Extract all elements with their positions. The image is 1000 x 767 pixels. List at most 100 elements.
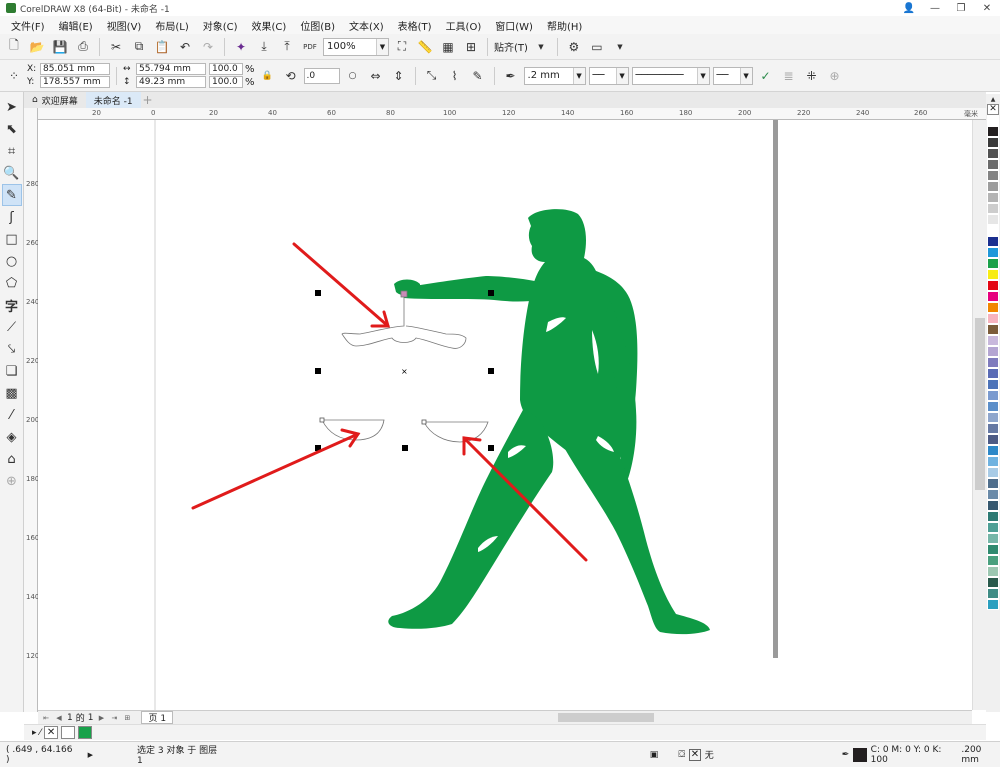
help-user-icon[interactable]: 👤 xyxy=(896,0,922,16)
scale-y-input[interactable]: 100.0 xyxy=(209,76,243,88)
y-position-input[interactable]: 178.557 mm xyxy=(40,76,110,88)
chevron-down-icon[interactable]: ▼ xyxy=(376,38,388,55)
menu-view[interactable]: 视图(V) xyxy=(100,18,149,33)
start-arrowhead-combo[interactable]: ── ▼ xyxy=(588,66,629,85)
palette-color-swatch[interactable] xyxy=(987,159,999,170)
palette-color-swatch[interactable] xyxy=(987,434,999,445)
menu-table[interactable]: 表格(T) xyxy=(391,18,439,33)
palette-color-swatch[interactable] xyxy=(987,445,999,456)
tab-untitled-1[interactable]: 未命名 -1 xyxy=(85,92,141,108)
menu-file[interactable]: 文件(F) xyxy=(4,18,52,33)
add-tool-icon[interactable]: ⊕ xyxy=(2,470,22,492)
palette-color-swatch[interactable] xyxy=(987,137,999,148)
cut-icon[interactable]: ✂ xyxy=(106,37,126,57)
palette-color-swatch[interactable] xyxy=(987,500,999,511)
paste-icon[interactable]: 📋 xyxy=(152,37,172,57)
no-color-swatch[interactable]: ✕ xyxy=(44,726,59,739)
palette-color-swatch[interactable] xyxy=(987,522,999,533)
palette-color-swatch[interactable] xyxy=(987,225,999,236)
object-origin-icon[interactable]: ⁘ xyxy=(4,66,24,86)
color-proof-icon[interactable]: ▣ xyxy=(650,750,659,760)
palette-color-swatch[interactable] xyxy=(987,302,999,313)
green-swatch[interactable] xyxy=(78,726,93,739)
palette-color-swatch[interactable] xyxy=(987,115,999,126)
menu-effects[interactable]: 效果(C) xyxy=(245,18,294,33)
palette-color-swatch[interactable] xyxy=(987,357,999,368)
no-color-swatch[interactable]: ✕ xyxy=(987,104,999,115)
white-swatch[interactable] xyxy=(61,726,76,739)
connector-tool-icon[interactable]: ⤥ xyxy=(2,338,22,360)
interactive-fill-icon[interactable]: ◈ xyxy=(2,426,22,448)
x-position-input[interactable]: 85.051 mm xyxy=(40,63,110,75)
palette-color-swatch[interactable] xyxy=(987,313,999,324)
height-input[interactable]: 49.23 mm xyxy=(136,76,206,88)
palette-scroll-up-icon[interactable]: ▲ xyxy=(987,94,999,104)
scale-x-input[interactable]: 100.0 xyxy=(209,63,243,75)
close-curve-icon[interactable]: ✓ xyxy=(756,66,776,86)
show-nodes-icon[interactable]: ⁜ xyxy=(802,66,822,86)
zoom-level-combo[interactable]: 100% ▼ xyxy=(323,37,389,56)
options-gear-icon[interactable]: ⚙ xyxy=(564,37,584,57)
show-grid-icon[interactable]: ▦ xyxy=(438,37,458,57)
vertical-ruler[interactable]: 280 260 240 220 200 180 160 140 120 xyxy=(24,108,39,712)
chevron-down-icon[interactable]: ▼ xyxy=(696,67,709,84)
transparency-icon[interactable]: ▩ xyxy=(2,382,22,404)
tab-welcome-screen[interactable]: ⌂ 欢迎屏幕 xyxy=(24,92,86,108)
palette-color-swatch[interactable] xyxy=(987,192,999,203)
menu-window[interactable]: 窗口(W) xyxy=(488,18,540,33)
pen-tool-icon[interactable]: ✎ xyxy=(468,66,488,86)
palette-color-swatch[interactable] xyxy=(987,412,999,423)
pick-tool-icon[interactable]: ➤ xyxy=(2,96,22,118)
palette-color-swatch[interactable] xyxy=(987,258,999,269)
print-icon[interactable]: ⎙ xyxy=(73,37,93,57)
palette-color-swatch[interactable] xyxy=(987,181,999,192)
lock-ratio-icon[interactable]: 🔒 xyxy=(258,66,278,86)
menu-help[interactable]: 帮助(H) xyxy=(540,18,589,33)
palette-color-swatch[interactable] xyxy=(987,236,999,247)
palette-color-swatch[interactable] xyxy=(987,148,999,159)
next-page-icon[interactable]: ▶ xyxy=(96,713,106,723)
palette-color-swatch[interactable] xyxy=(987,390,999,401)
page-tab[interactable]: 页 1 xyxy=(141,711,174,724)
palette-color-swatch[interactable] xyxy=(987,467,999,478)
palette-color-swatch[interactable] xyxy=(987,588,999,599)
outline-width-combo[interactable]: .2 mm ▼ xyxy=(523,66,586,85)
palette-color-swatch[interactable] xyxy=(987,478,999,489)
app-launcher-icon[interactable]: ▭ xyxy=(587,37,607,57)
ellipse-tool-icon[interactable]: ○ xyxy=(2,250,22,272)
drop-shadow-icon[interactable]: ❏ xyxy=(2,360,22,382)
palette-color-swatch[interactable] xyxy=(987,456,999,467)
menu-text[interactable]: 文本(X) xyxy=(342,18,391,33)
show-guidelines-icon[interactable]: ⊞ xyxy=(461,37,481,57)
palette-color-swatch[interactable] xyxy=(987,170,999,181)
outline-pen-icon[interactable]: ✒ xyxy=(501,66,521,86)
close-icon[interactable]: ✕ xyxy=(974,0,1000,16)
add-page-icon[interactable]: ⊞ xyxy=(122,713,132,723)
palette-color-swatch[interactable] xyxy=(987,544,999,555)
palette-color-swatch[interactable] xyxy=(987,269,999,280)
open-icon[interactable]: 📂 xyxy=(27,37,47,57)
menu-bitmaps[interactable]: 位图(B) xyxy=(293,18,342,33)
polygon-tool-icon[interactable]: ⬠ xyxy=(2,272,22,294)
palette-color-swatch[interactable] xyxy=(987,280,999,291)
chevron-down-icon[interactable]: ▼ xyxy=(531,37,551,57)
end-arrowhead-combo[interactable]: ── ▼ xyxy=(712,66,753,85)
rotation-angle-input[interactable]: .0 xyxy=(303,67,340,84)
eyedropper-icon[interactable]: ⁄ xyxy=(40,728,42,738)
smart-fill-icon[interactable]: ⌂ xyxy=(2,448,22,470)
line-style-combo[interactable]: ──────── ▼ xyxy=(631,66,710,85)
chevron-down-icon[interactable]: ▼ xyxy=(615,67,628,84)
mirror-horizontal-icon[interactable]: ⇔ xyxy=(366,66,386,86)
first-page-icon[interactable]: ⇤ xyxy=(41,713,51,723)
palette-color-swatch[interactable] xyxy=(987,423,999,434)
artistic-media-icon[interactable]: ʃ xyxy=(2,206,22,228)
crop-tool-icon[interactable]: ⌗ xyxy=(2,140,22,162)
chevron-down-icon[interactable]: ▼ xyxy=(572,67,585,84)
menu-object[interactable]: 对象(C) xyxy=(196,18,245,33)
menu-edit[interactable]: 编辑(E) xyxy=(52,18,100,33)
palette-color-swatch[interactable] xyxy=(987,566,999,577)
palette-color-swatch[interactable] xyxy=(987,346,999,357)
curve-node-icon[interactable]: ⤡ xyxy=(422,66,442,86)
publish-pdf-icon[interactable]: PDF xyxy=(300,37,320,57)
text-tool-icon[interactable]: 字 xyxy=(2,294,22,316)
